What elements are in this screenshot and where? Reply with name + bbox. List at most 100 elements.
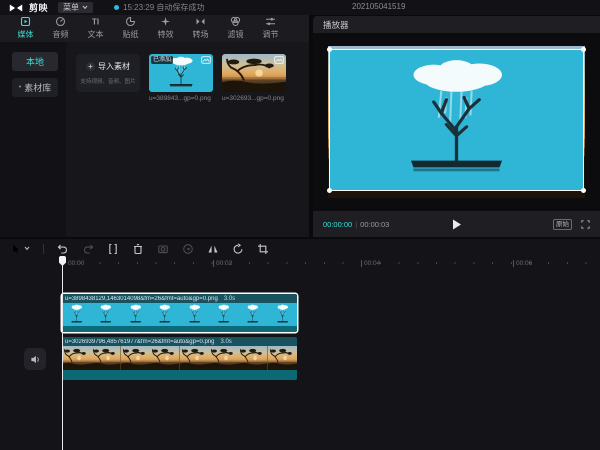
timeline-toolbar [0,239,600,258]
fullscreen-button[interactable] [581,220,590,229]
reverse-button[interactable] [182,243,194,255]
library-nav-material[interactable]: • 素材库 [12,78,58,97]
current-time: 00:00:00 [323,220,352,229]
divider [43,244,44,254]
asset-tabbar: 媒体 音频 TI 文本 贴纸 特效 [0,15,309,42]
timeline-tracks: u=3898438129,1463014098&fm=26&fmt=auto&g… [0,272,600,450]
tab-text[interactable]: TI 文本 [78,16,113,40]
clip-duration: 3.0s [220,339,231,345]
media-item: 已添加 u=389843...gp=0.png [149,54,213,102]
media-icon [20,16,31,27]
delete-button[interactable] [132,243,144,255]
text-icon: TI [90,16,101,27]
clip-main-sunset[interactable]: u=3026939796,485761977&fm=26&fmt=auto&gp… [62,337,297,380]
crop-button[interactable] [257,243,269,255]
audio-icon [55,16,66,27]
ruler-label: 00:06 [513,260,532,267]
freeze-frame-button[interactable] [157,243,169,255]
resize-handle-bottom-left[interactable] [327,188,332,193]
resize-handle-bottom-right[interactable] [581,188,586,193]
tab-media[interactable]: 媒体 [8,16,43,40]
resize-handle-top-left[interactable] [327,47,332,52]
media-item: u=302693...gp=0.png [222,54,286,102]
image-type-icon[interactable] [201,56,211,64]
transition-icon [195,16,206,27]
media-thumbnail-cloudtree[interactable]: 已添加 [149,54,213,92]
clip-filename: u=3898438129,1463014098&fm=26&fmt=auto&g… [65,296,218,302]
media-filename: u=302693...gp=0.png [222,95,286,102]
playhead-line [62,264,63,450]
scale-ratio-button[interactable]: 原始 [553,219,572,230]
tab-transition[interactable]: 转场 [183,16,218,40]
rotate-button[interactable] [232,243,244,255]
select-tool-button[interactable] [10,243,30,255]
filter-icon [230,16,241,27]
speaker-icon [30,354,41,365]
top-menu-bar: 剪映 菜单 15:23:29 自动保存成功 202105041519 [0,0,600,15]
redo-button[interactable] [82,243,94,255]
import-material-button[interactable]: + 导入素材 支持视频、音频、图片 [76,54,140,92]
tab-filter[interactable]: 滤镜 [218,16,253,40]
adjust-icon [265,16,276,27]
import-hint: 支持视频、音频、图片 [80,76,135,84]
mirror-button[interactable] [207,243,219,255]
tab-adjust[interactable]: 调节 [253,16,288,40]
added-badge: 已添加 [151,56,173,64]
media-grid: + 导入素材 支持视频、音频、图片 [66,42,309,237]
mute-track-button[interactable] [24,348,46,370]
ruler-label: 00:04 [361,260,380,267]
menu-button[interactable]: 菜单 [58,2,93,13]
player-title: 播放器 [313,16,600,33]
chevron-down-icon [24,246,30,251]
time-separator: | [355,220,357,229]
app-name: 剪映 [29,1,48,14]
clip-duration: 3.0s [224,296,235,302]
overlay-frame-image [330,50,583,190]
tab-sticker[interactable]: 贴纸 [113,16,148,40]
ruler-label: 00:02 [213,260,232,267]
media-thumbnail-sunset[interactable] [222,54,286,92]
clip-footer [62,370,297,380]
playhead[interactable] [59,256,66,450]
chevron-down-icon [82,5,88,10]
library-nav: 本地 • 素材库 [0,42,66,237]
timeline-panel: 00:00 00:02 00:04 00:06 u=3898438129,146… [0,239,600,450]
project-title: 202105041519 [352,2,405,11]
media-filename: u=389843...gp=0.png [149,95,213,102]
player-panel: 播放器 [313,16,600,237]
library-nav-local[interactable]: 本地 [12,52,58,71]
clip-label-bar: u=3026939796,485761977&fm=26&fmt=auto&gp… [62,337,297,346]
media-body: 本地 • 素材库 + 导入素材 支持视频、音频、图片 [0,42,309,237]
capcut-window: 剪映 菜单 15:23:29 自动保存成功 202105041519 媒体 [0,0,600,450]
plus-icon: + [86,62,95,71]
video-frame [328,46,585,198]
resize-handle-top-right[interactable] [581,47,586,52]
tab-audio[interactable]: 音频 [43,16,78,40]
clip-filename: u=3026939796,485761977&fm=26&fmt=auto&gp… [65,339,214,345]
clip-footer [62,326,297,332]
image-type-icon[interactable] [274,56,284,64]
media-library-panel: 媒体 音频 TI 文本 贴纸 特效 [0,15,309,237]
play-button[interactable] [452,219,461,230]
tab-effects[interactable]: 特效 [148,16,183,40]
split-button[interactable] [107,243,119,255]
undo-button[interactable] [57,243,69,255]
effects-icon [160,16,171,27]
clip-thumbnails [62,346,297,370]
timeline-ruler[interactable]: 00:00 00:02 00:04 00:06 [0,258,600,272]
clip-overlay-cloudtree[interactable]: u=3898438129,1463014098&fm=26&fmt=auto&g… [62,294,297,332]
bullet-icon: • [19,84,21,91]
player-canvas [313,33,600,211]
clip-label-bar: u=3898438129,1463014098&fm=26&fmt=auto&g… [62,294,297,303]
selected-overlay-clip[interactable] [329,49,584,191]
clip-thumbnails [62,303,297,326]
svg-text:TI: TI [92,17,99,26]
ruler-label: 00:00 [66,260,84,267]
autosave-status: 15:23:29 自动保存成功 [114,2,204,13]
player-controls: 00:00:00 | 00:00:03 原始 [313,211,600,237]
total-time: 00:00:03 [360,220,389,229]
app-logo-icon [8,3,24,13]
cursor-icon [10,243,21,255]
autosave-dot-icon [114,5,119,10]
sticker-icon [125,16,136,27]
